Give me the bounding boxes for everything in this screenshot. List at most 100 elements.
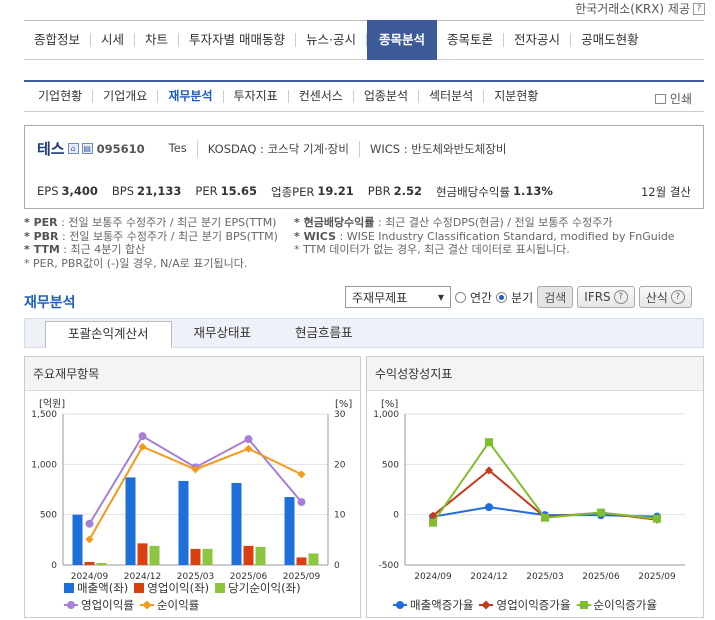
ifrs-button[interactable]: IFRS? <box>577 286 635 308</box>
print-button[interactable]: 인쇄 <box>654 90 692 107</box>
note-pbr-text: : 전일 보통주 수정주가 / 최근 분기 BPS(TTM) <box>62 229 278 243</box>
x-tick-label: 2025/03 <box>526 572 563 582</box>
company-name: 테스 <box>37 140 65 158</box>
industry-per-label: 업종PER <box>271 185 315 199</box>
x-tick-label: 2025/09 <box>638 572 676 582</box>
bar <box>284 497 295 565</box>
note-ttm-text: : 최근 4분기 합산 <box>63 243 146 256</box>
note-dividend: * 현금배당수익률 : 최근 결산 수정DPS(현금) / 전일 보통주 수정주… <box>294 216 694 230</box>
search-button[interactable]: 검색 <box>537 286 574 308</box>
annual-radio[interactable] <box>455 291 466 303</box>
help-icon[interactable]: ? <box>693 2 705 15</box>
y-tick-label: 1,000 <box>373 410 399 420</box>
tab-balance-sheet[interactable]: 재무상태표 <box>172 321 274 347</box>
bar <box>231 482 242 565</box>
sub-nav-shareholders[interactable]: 지분현황 <box>484 90 548 103</box>
data-point <box>653 514 661 523</box>
x-tick-label: 2024/09 <box>414 572 452 582</box>
formula-label: 산식 <box>645 290 668 305</box>
bar <box>149 545 160 565</box>
help-icon: ? <box>613 290 628 304</box>
chart1-legend-lines: 영업이익률 순이익률 <box>64 597 205 613</box>
home-icon[interactable]: ⌂ <box>67 143 79 154</box>
company-code: 095610 <box>96 141 145 156</box>
statement-select[interactable]: 주재무제표 ▾ <box>345 286 451 308</box>
y-tick-label: 0 <box>393 511 399 521</box>
tab-cash-flow[interactable]: 현금흐름표 <box>273 321 375 347</box>
chart2-legend: 매출액증가율 영업이익증가율 순이익증가율 <box>393 597 663 613</box>
y-tick-label-right: 10 <box>334 511 346 521</box>
dividend-value: 1.13% <box>513 184 553 198</box>
ifrs-label: IFRS <box>584 290 611 304</box>
sub-nav-company-overview[interactable]: 기업개요 <box>93 90 159 103</box>
bps-value: 21,133 <box>137 184 182 198</box>
sub-nav-indicators[interactable]: 투자지표 <box>224 90 289 103</box>
note-ttm-key: * TTM <box>24 243 60 256</box>
top-nav-disclosure[interactable]: 전자공시 <box>504 33 572 47</box>
sub-nav-financial[interactable]: 재무분석 <box>158 90 224 103</box>
data-point <box>297 498 306 507</box>
top-nav-discussion[interactable]: 종목토론 <box>437 33 505 47</box>
note-per: * PER : 전일 보통주 수정주가 / 최근 분기 EPS(TTM) <box>24 216 294 230</box>
section-title: 재무분석 <box>24 295 76 311</box>
eps-label: EPS <box>37 184 59 198</box>
annual-label: 연간 <box>470 290 493 305</box>
sub-nav-sector[interactable]: 섹터분석 <box>419 90 485 103</box>
tab-income-statement[interactable]: 포괄손익계산서 <box>45 321 172 348</box>
top-nav-analysis[interactable]: 종목분석 <box>367 20 438 60</box>
building-icon[interactable]: ▤ <box>81 143 93 154</box>
data-point <box>138 442 147 451</box>
top-nav-chart[interactable]: 차트 <box>135 33 180 47</box>
data-point <box>85 535 94 544</box>
data-point <box>138 432 147 441</box>
industry-per-value: 19.21 <box>317 184 354 198</box>
data-point <box>244 444 253 453</box>
y-tick-label-left: 1,000 <box>31 460 57 470</box>
financial-items-panel: 주요재무항목 [억원] [%] 1,500 30 1,000 20 500 10 0 0 2024/… <box>24 356 361 618</box>
top-nav-investor[interactable]: 투자자별 매매동향 <box>179 33 297 47</box>
legend-item: 영업이익(좌) <box>134 580 209 596</box>
legend-label: 순이익증가율 <box>593 598 658 612</box>
y-tick-label-right: 20 <box>334 460 346 470</box>
bar <box>190 548 201 565</box>
quarter-radio[interactable] <box>496 291 508 303</box>
print-icon <box>654 93 666 104</box>
krx-label: 한국거래소(KRX) 제공 <box>575 2 690 16</box>
y-axis-label: [%] <box>381 399 398 410</box>
growth-panel: 수익성장성지표 [%] 1,000 500 0 -500 2024/09 2024/12 20… <box>366 356 704 618</box>
formula-button[interactable]: 산식? <box>638 286 692 308</box>
top-nav-price[interactable]: 시세 <box>91 33 136 47</box>
sub-nav-industry[interactable]: 업종분석 <box>354 90 420 103</box>
legend-item: 매출액증가율 <box>393 597 473 613</box>
legend-label: 순이익률 <box>156 598 200 612</box>
bar <box>202 548 213 565</box>
legend-item: 순이익증가율 <box>576 597 658 613</box>
bar <box>178 480 189 565</box>
note-no-ttm: * TTM 데이터가 없는 경우, 최근 결산 데이터로 표시됩니다. <box>294 243 570 256</box>
sub-nav-company-status[interactable]: 기업현황 <box>28 90 94 103</box>
notes: * PER : 전일 보통주 수정주가 / 최근 분기 EPS(TTM) * P… <box>24 216 704 270</box>
bps-label: BPS <box>111 184 135 198</box>
legend-item: 당기순이익(좌) <box>215 580 301 596</box>
note-pbr: * PBR : 전일 보통주 수정주가 / 최근 분기 BPS(TTM) <box>24 230 294 244</box>
top-nav-news[interactable]: 뉴스·공시 <box>296 33 368 47</box>
panel-title: 주요재무항목 <box>25 357 360 391</box>
legend-label: 매출액증가율 <box>410 598 474 612</box>
sub-nav: 기업현황 기업개요 재무분석 투자지표 컨센서스 업종분석 섹터분석 지분현황 … <box>24 80 704 112</box>
sub-nav-consensus[interactable]: 컨센서스 <box>289 90 354 103</box>
bar <box>296 557 307 565</box>
y-axis-label-right: [%] <box>335 399 352 410</box>
top-nav: 종합정보 시세 차트 투자자별 매매동향 뉴스·공시 종목분석 종목토론 전자공… <box>24 20 704 60</box>
data-point <box>541 513 549 522</box>
legend-label: 매출액(좌) <box>77 581 129 595</box>
note-wics-key: * WICS <box>294 229 337 243</box>
bar <box>243 545 254 565</box>
legend-label: 영업이익(좌) <box>147 581 210 595</box>
chevron-down-icon: ▾ <box>437 290 444 304</box>
note-negative: * PER, PBR값이 (-)일 경우, N/A로 표기됩니다. <box>24 256 248 270</box>
top-nav-overview[interactable]: 종합정보 <box>24 33 92 47</box>
statement-select-value: 주재무제표 <box>352 290 408 305</box>
chart1-legend-bars: 매출액(좌) 영업이익(좌) 당기순이익(좌) <box>64 580 307 596</box>
top-nav-short-selling[interactable]: 공매도현황 <box>571 33 649 47</box>
per-value: 15.65 <box>220 184 258 198</box>
